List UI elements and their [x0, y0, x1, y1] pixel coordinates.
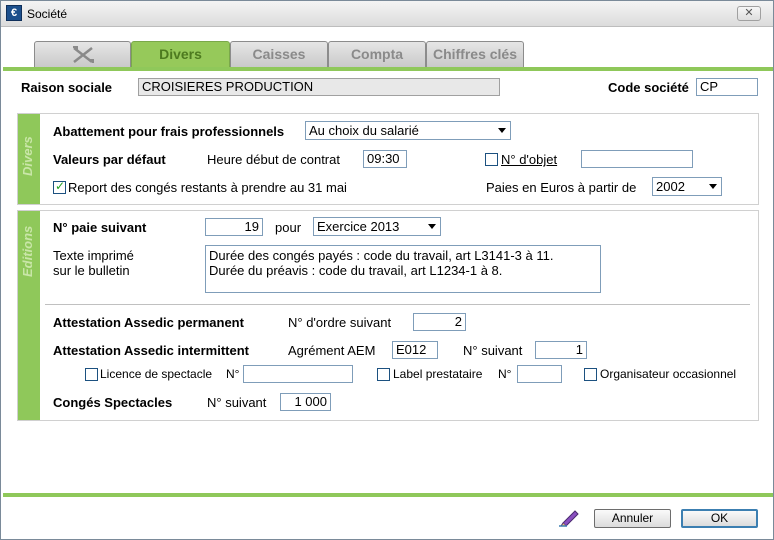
agrement-aem-label: Agrément AEM [288, 343, 376, 358]
assedic-permanent-label: Attestation Assedic permanent [53, 315, 244, 330]
chevron-down-icon [709, 184, 717, 189]
conges-suivant-label: N° suivant [207, 395, 267, 410]
tab-tools[interactable] [34, 41, 131, 67]
bulletin-label: sur le bulletin [53, 263, 130, 278]
close-button[interactable]: ✕ [737, 6, 761, 21]
editions-side-label: Editions [20, 225, 35, 277]
window-title: Société [27, 7, 68, 21]
tab-caisses[interactable]: Caisses [230, 41, 328, 67]
ordre-suivant-field[interactable]: 2 [413, 313, 466, 331]
n-suivant-label: N° suivant [463, 343, 523, 358]
label-prestataire-no-label: N° [498, 367, 512, 381]
paies-euros-select[interactable]: 2002 [652, 177, 722, 196]
tab-underline [3, 67, 773, 71]
exercice-select[interactable]: Exercice 2013 [313, 217, 441, 236]
societe-window: € Société ✕ Divers Caisses Compta Chiffr… [0, 0, 774, 540]
code-societe-label: Code société [608, 80, 689, 95]
licence-no-label: N° [226, 367, 240, 381]
paie-suivant-label: N° paie suivant [53, 220, 147, 235]
ordre-suivant-label: N° d'ordre suivant [288, 315, 392, 330]
agrement-aem-field[interactable]: E012 [392, 341, 438, 359]
app-icon: € [6, 5, 22, 21]
conges-suivant-field[interactable]: 1 000 [280, 393, 331, 411]
divers-side-band: Divers [18, 114, 40, 204]
label-prestataire-label: Label prestataire [393, 367, 483, 381]
ok-button[interactable]: OK [681, 509, 758, 528]
licence-field[interactable] [243, 365, 353, 383]
editions-side-band: Editions [18, 211, 40, 420]
tools-icon [72, 46, 94, 63]
chevron-down-icon [498, 128, 506, 133]
tab-divers[interactable]: Divers [131, 41, 230, 69]
tab-chiffres-cles[interactable]: Chiffres clés [426, 41, 524, 67]
pencil-icon[interactable] [559, 507, 581, 527]
abattement-value: Au choix du salarié [309, 123, 419, 138]
texte-imprime-label: Texte imprimé [53, 248, 134, 263]
assedic-intermittent-label: Attestation Assedic intermittent [53, 343, 249, 358]
paie-suivant-field[interactable]: 19 [205, 218, 263, 236]
paies-euros-value: 2002 [656, 179, 685, 194]
licence-checkbox[interactable] [85, 368, 98, 381]
footer-divider [3, 493, 773, 497]
raison-sociale-field[interactable]: CROISIERES PRODUCTION [138, 78, 500, 96]
label-prestataire-field[interactable] [517, 365, 562, 383]
conges-spectacles-label: Congés Spectacles [53, 395, 173, 410]
paies-euros-label: Paies en Euros à partir de [486, 180, 637, 195]
texte-line-1: Durée des congés payés : code du travail… [209, 248, 554, 263]
raison-sociale-label: Raison sociale [21, 80, 113, 95]
report-checkbox[interactable] [53, 179, 66, 194]
valeurs-defaut-label: Valeurs par défaut [53, 152, 166, 167]
label-prestataire-checkbox[interactable] [377, 368, 390, 381]
annuler-button[interactable]: Annuler [594, 509, 671, 528]
licence-label: Licence de spectacle [100, 367, 213, 381]
title-bar: € Société ✕ [1, 1, 773, 27]
tab-compta[interactable]: Compta [328, 41, 426, 67]
heure-debut-field[interactable]: 09:30 [363, 150, 407, 168]
texte-line-2: Durée du préavis : code du travail, art … [209, 263, 503, 278]
organisateur-label: Organisateur occasionnel [600, 367, 737, 381]
divider [45, 304, 750, 305]
abattement-label: Abattement pour frais professionnels [53, 124, 285, 139]
heure-debut-label: Heure début de contrat [207, 152, 340, 167]
n-suivant-field[interactable]: 1 [535, 341, 587, 359]
code-societe-field[interactable]: CP [696, 78, 758, 96]
objet-checkbox[interactable] [485, 153, 498, 166]
texte-bulletin-textarea[interactable]: Durée des congés payés : code du travail… [205, 245, 601, 293]
abattement-select[interactable]: Au choix du salarié [305, 121, 511, 140]
organisateur-checkbox[interactable] [584, 368, 597, 381]
divers-side-label: Divers [20, 136, 35, 176]
tab-bar: Divers Caisses Compta Chiffres clés [3, 28, 773, 69]
exercice-value: Exercice 2013 [317, 219, 400, 234]
objet-field[interactable] [581, 150, 693, 168]
pour-label: pour [275, 220, 302, 235]
chevron-down-icon [428, 224, 436, 229]
report-label: Report des congés restants à prendre au … [68, 180, 347, 195]
objet-label: N° d'objet [501, 152, 558, 167]
